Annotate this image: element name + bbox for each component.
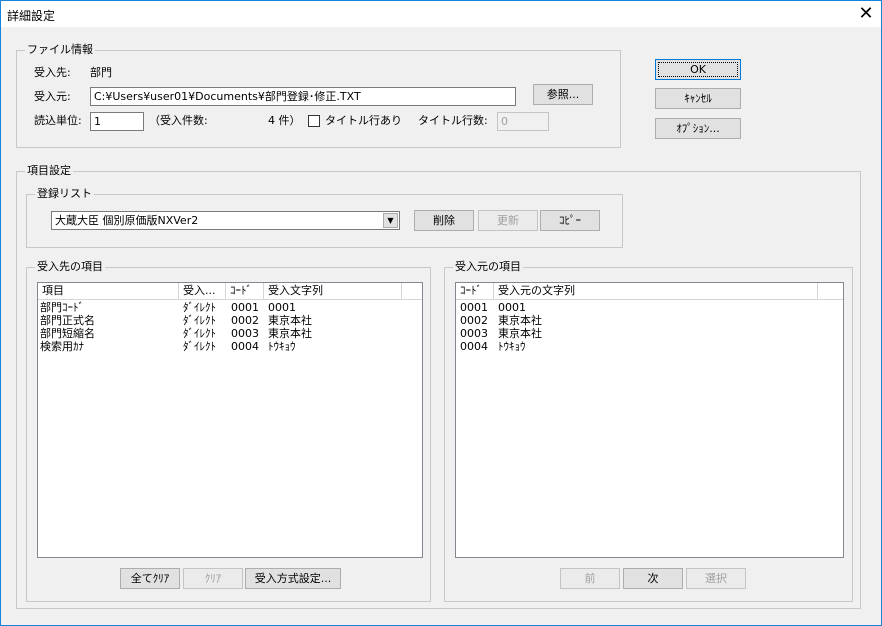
source-items-group: 受入元の項目 ｺｰﾄﾞ 受入元の文字列 0001 0001 0002 東京本社 0003… bbox=[444, 260, 853, 602]
table-row[interactable]: 部門短縮名 ﾀﾞｲﾚｸﾄ 0003 東京本社 bbox=[38, 327, 422, 340]
source-path-field[interactable]: C:¥Users¥user01¥Documents¥部門登録･修正.TXT bbox=[90, 87, 516, 106]
source-col-empty bbox=[818, 283, 843, 300]
source-list-header: ｺｰﾄﾞ 受入元の文字列 bbox=[456, 283, 843, 300]
registration-select[interactable]: 大蔵大臣 個別原価版NXVer2 ▼ bbox=[51, 211, 400, 230]
title-row-label[interactable]: タイトル行あり bbox=[325, 114, 402, 128]
title-row-checkbox[interactable] bbox=[308, 115, 320, 127]
next-button[interactable]: 次 bbox=[623, 568, 683, 589]
table-cell: 東京本社 bbox=[268, 314, 312, 327]
select-button[interactable]: 選択 bbox=[686, 568, 746, 589]
table-cell: ﾀﾞｲﾚｸﾄ bbox=[183, 301, 216, 314]
table-cell: 0001 bbox=[498, 301, 526, 314]
clear-all-button[interactable]: 全てｸﾘｱ bbox=[120, 568, 180, 589]
table-cell: 0003 bbox=[231, 327, 259, 340]
table-cell: 0001 bbox=[460, 301, 488, 314]
options-button[interactable]: ｵﾌﾟｼｮﾝ... bbox=[655, 118, 741, 139]
window-title: 詳細設定 bbox=[7, 9, 56, 23]
dialog-window: 詳細設定 ✕ ファイル情報 受入先: 部門 受入元: C:¥Users¥user… bbox=[0, 0, 882, 626]
ok-focus-rect bbox=[658, 62, 738, 77]
dest-items-list[interactable]: 項目 受入... ｺｰﾄﾞ 受入文字列 部門ｺｰﾄﾞ ﾀﾞｲﾚｸﾄ 0001 0001… bbox=[37, 282, 423, 558]
title-rows-field[interactable]: 0 bbox=[497, 112, 549, 131]
table-cell: 東京本社 bbox=[498, 327, 542, 340]
table-row[interactable]: 検索用ｶﾅ ﾀﾞｲﾚｸﾄ 0004 ﾄｳｷｮｳ bbox=[38, 340, 422, 353]
chevron-down-icon[interactable]: ▼ bbox=[383, 213, 398, 228]
table-cell: 0003 bbox=[460, 327, 488, 340]
table-row[interactable]: 0002 東京本社 bbox=[456, 314, 843, 327]
table-cell: 部門短縮名 bbox=[40, 327, 95, 340]
table-cell: 0004 bbox=[460, 340, 488, 353]
clear-button[interactable]: ｸﾘｱ bbox=[183, 568, 243, 589]
dest-items-legend: 受入先の項目 bbox=[35, 260, 105, 274]
title-bar: 詳細設定 ✕ bbox=[1, 1, 881, 27]
dest-value: 部門 bbox=[90, 66, 112, 79]
source-col-string[interactable]: 受入元の文字列 bbox=[494, 283, 818, 300]
file-info-legend: ファイル情報 bbox=[25, 43, 95, 57]
unit-label: 読込単位: bbox=[34, 114, 82, 127]
table-row[interactable]: 0004 ﾄｳｷｮｳ bbox=[456, 340, 843, 353]
table-cell: 部門ｺｰﾄﾞ bbox=[40, 301, 84, 314]
registration-group: 登録リスト 大蔵大臣 個別原価版NXVer2 ▼ 削除 更新 ｺﾋﾟｰ bbox=[26, 187, 623, 248]
table-row[interactable]: 部門ｺｰﾄﾞ ﾀﾞｲﾚｸﾄ 0001 0001 bbox=[38, 301, 422, 314]
table-row[interactable]: 0001 0001 bbox=[456, 301, 843, 314]
table-cell: 東京本社 bbox=[498, 314, 542, 327]
table-cell: 検索用ｶﾅ bbox=[40, 340, 84, 353]
table-cell: ﾀﾞｲﾚｸﾄ bbox=[183, 340, 216, 353]
import-method-button[interactable]: 受入方式設定... bbox=[245, 568, 341, 589]
dest-items-group: 受入先の項目 項目 受入... ｺｰﾄﾞ 受入文字列 部門ｺｰﾄﾞ ﾀﾞｲﾚｸﾄ 0… bbox=[26, 260, 431, 602]
copy-button[interactable]: ｺﾋﾟｰ bbox=[540, 210, 600, 231]
title-rows-label: タイトル行数: bbox=[418, 114, 488, 127]
table-cell: ﾄｳｷｮｳ bbox=[498, 340, 526, 353]
dest-list-header: 項目 受入... ｺｰﾄﾞ 受入文字列 bbox=[38, 283, 422, 300]
close-icon[interactable]: ✕ bbox=[851, 1, 881, 27]
dest-col-empty bbox=[402, 283, 422, 300]
table-cell: 0001 bbox=[231, 301, 259, 314]
ok-button[interactable]: OK bbox=[655, 59, 741, 80]
update-button[interactable]: 更新 bbox=[478, 210, 538, 231]
dest-col-method[interactable]: 受入... bbox=[179, 283, 226, 300]
file-info-group: ファイル情報 受入先: 部門 受入元: C:¥Users¥user01¥Docu… bbox=[16, 43, 621, 148]
unit-field[interactable]: 1 bbox=[90, 112, 144, 131]
dest-label: 受入先: bbox=[34, 66, 71, 79]
source-label: 受入元: bbox=[34, 90, 71, 103]
table-cell: ﾄｳｷｮｳ bbox=[268, 340, 296, 353]
registration-selected: 大蔵大臣 個別原価版NXVer2 bbox=[55, 214, 199, 227]
table-cell: 0001 bbox=[268, 301, 296, 314]
source-col-code[interactable]: ｺｰﾄﾞ bbox=[456, 283, 494, 300]
dest-col-code[interactable]: ｺｰﾄﾞ bbox=[226, 283, 264, 300]
browse-button[interactable]: 参照... bbox=[533, 84, 593, 105]
table-cell: 0004 bbox=[231, 340, 259, 353]
table-cell: ﾀﾞｲﾚｸﾄ bbox=[183, 327, 216, 340]
prev-button[interactable]: 前 bbox=[560, 568, 620, 589]
dest-col-string[interactable]: 受入文字列 bbox=[264, 283, 402, 300]
table-cell: ﾀﾞｲﾚｸﾄ bbox=[183, 314, 216, 327]
table-cell: 0002 bbox=[460, 314, 488, 327]
registration-legend: 登録リスト bbox=[35, 187, 94, 201]
dest-col-item[interactable]: 項目 bbox=[38, 283, 179, 300]
cancel-button[interactable]: ｷｬﾝｾﾙ bbox=[655, 88, 741, 109]
table-row[interactable]: 0003 東京本社 bbox=[456, 327, 843, 340]
source-items-list[interactable]: ｺｰﾄﾞ 受入元の文字列 0001 0001 0002 東京本社 0003 東京本社 000… bbox=[455, 282, 844, 558]
count-label: （受入件数: bbox=[149, 114, 208, 127]
count-value: 4 件） bbox=[268, 114, 301, 127]
source-items-legend: 受入元の項目 bbox=[453, 260, 523, 274]
table-row[interactable]: 部門正式名 ﾀﾞｲﾚｸﾄ 0002 東京本社 bbox=[38, 314, 422, 327]
item-settings-group: 項目設定 登録リスト 大蔵大臣 個別原価版NXVer2 ▼ 削除 更新 ｺﾋﾟｰ… bbox=[16, 164, 861, 609]
table-cell: 東京本社 bbox=[268, 327, 312, 340]
table-cell: 部門正式名 bbox=[40, 314, 95, 327]
delete-button[interactable]: 削除 bbox=[414, 210, 474, 231]
item-settings-legend: 項目設定 bbox=[25, 164, 73, 178]
table-cell: 0002 bbox=[231, 314, 259, 327]
